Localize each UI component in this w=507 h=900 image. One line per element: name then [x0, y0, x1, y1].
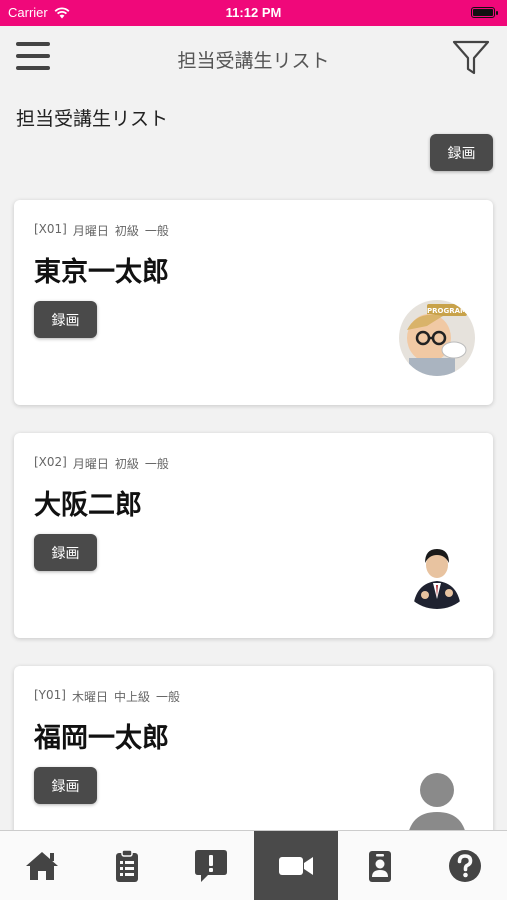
student-level: 初級: [114, 457, 139, 471]
navigation-bar: 担当受講生リスト: [0, 26, 507, 92]
status-bar: Carrier 11:12 PM: [0, 0, 507, 26]
avatar: PROGRAM: [399, 300, 475, 376]
record-button[interactable]: 録画: [34, 301, 97, 338]
student-card[interactable]: [X01] 月曜日 初級 一般 東京一太郎 録画 PROGRAM: [14, 200, 493, 405]
child-with-glasses-photo: PROGRAM: [399, 300, 475, 376]
svg-text:PROGRAM: PROGRAM: [427, 307, 467, 315]
student-type: 一般: [144, 457, 169, 471]
record-button[interactable]: 録画: [34, 767, 97, 804]
tab-profile[interactable]: [338, 831, 423, 900]
clock: 11:12 PM: [225, 5, 282, 20]
student-name: 大阪二郎: [34, 490, 142, 521]
tab-home[interactable]: [0, 831, 85, 900]
filter-icon[interactable]: [451, 38, 491, 78]
nav-title: 担当受講生リスト: [177, 50, 330, 72]
student-level: 中上級: [113, 690, 150, 704]
student-name: 東京一太郎: [34, 257, 169, 288]
student-level: 初級: [114, 224, 139, 238]
tab-video[interactable]: [253, 831, 338, 900]
lesson-day: 月曜日: [72, 457, 109, 471]
tab-notice[interactable]: [169, 831, 254, 900]
student-meta: [Y01] 木曜日 中上級 一般: [34, 688, 180, 705]
tab-list[interactable]: [85, 831, 170, 900]
student-meta: [X01] 月曜日 初級 一般: [34, 222, 169, 239]
avatar: [399, 533, 475, 609]
record-button[interactable]: 録画: [34, 534, 97, 571]
student-name: 福岡一太郎: [34, 723, 169, 754]
record-all-button[interactable]: 録画: [430, 134, 493, 171]
man-in-suit-photo: [399, 533, 475, 609]
student-meta: [X02] 月曜日 初級 一般: [34, 455, 169, 472]
lesson-day: 月曜日: [72, 224, 109, 238]
question-circle-icon: [448, 849, 481, 882]
student-type: 一般: [156, 690, 181, 704]
exclamation-comment-icon: [195, 849, 228, 882]
clipboard-list-icon: [115, 848, 138, 882]
lesson-day: 木曜日: [71, 690, 108, 704]
tab-help[interactable]: [423, 831, 507, 900]
student-code: [X02]: [34, 455, 67, 469]
student-type: 一般: [144, 224, 169, 238]
home-icon: [26, 851, 59, 880]
student-card[interactable]: [X02] 月曜日 初級 一般 大阪二郎 録画: [14, 433, 493, 638]
page-title: 担当受講生リスト: [16, 108, 169, 130]
student-code: [Y01]: [34, 688, 66, 702]
battery-icon: [471, 7, 498, 18]
id-badge-icon: [369, 850, 392, 882]
student-code: [X01]: [34, 222, 67, 236]
video-camera-icon: [278, 856, 313, 875]
tab-bar: [0, 830, 507, 900]
